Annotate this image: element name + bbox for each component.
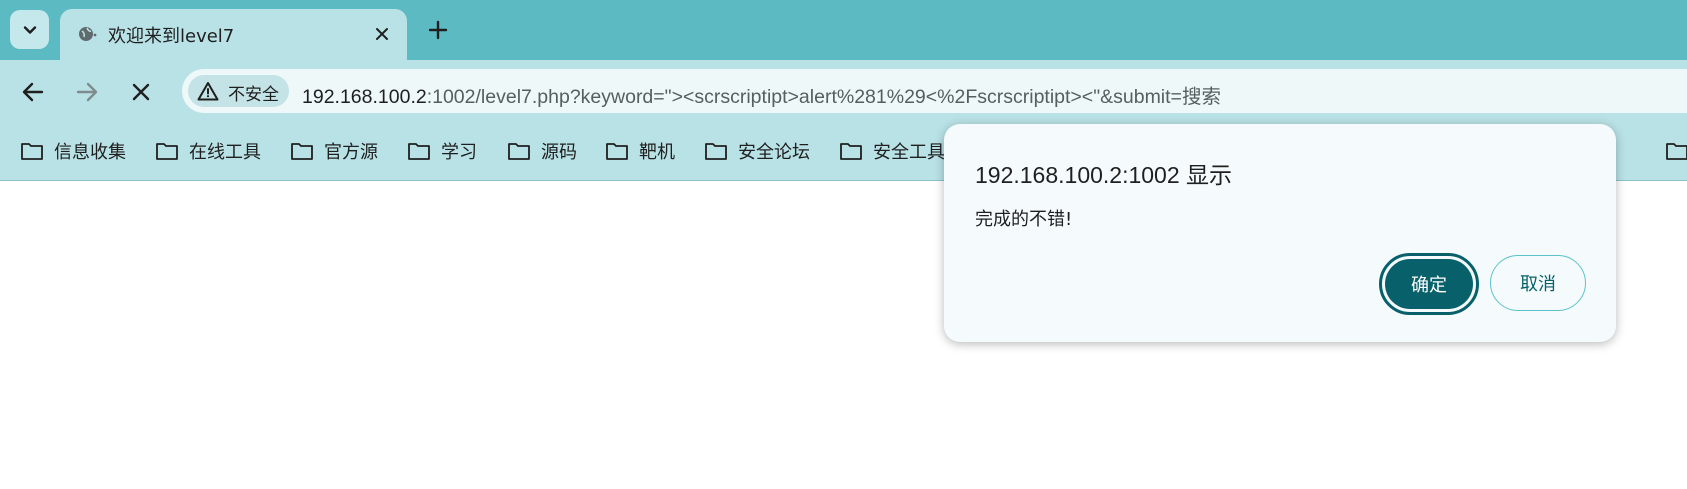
folder-icon bbox=[606, 143, 628, 160]
bookmark-label: 官方源 bbox=[324, 142, 378, 163]
bookmark-label: 靶机 bbox=[639, 142, 675, 163]
bookmark-folder[interactable]: 官方源 bbox=[290, 138, 378, 164]
tab-title: 欢迎来到level7 bbox=[108, 26, 235, 47]
stop-loading-icon[interactable] bbox=[127, 78, 155, 106]
bookmark-label: 学习 bbox=[441, 142, 477, 163]
address-bar[interactable]: 不安全 192.168.100.2:1002/level7.php?keywor… bbox=[182, 69, 1687, 113]
bookmark-folder[interactable] bbox=[1665, 138, 1687, 164]
globe-icon bbox=[79, 27, 97, 41]
folder-icon bbox=[705, 143, 727, 160]
bookmark-folder[interactable]: 安全工具 bbox=[839, 138, 945, 164]
bookmark-label: 在线工具 bbox=[189, 142, 261, 163]
bookmark-label: 安全论坛 bbox=[738, 142, 810, 163]
forward-arrow-icon[interactable] bbox=[73, 78, 101, 106]
dialog-message: 完成的不错! bbox=[975, 209, 1073, 230]
tab-strip: 欢迎来到level7 bbox=[0, 0, 1687, 60]
bookmark-folder[interactable]: 安全论坛 bbox=[704, 138, 810, 164]
bookmark-folder[interactable]: 学习 bbox=[407, 138, 477, 164]
folder-icon bbox=[408, 143, 430, 160]
bookmark-folder[interactable]: 源码 bbox=[507, 138, 577, 164]
folder-icon bbox=[1666, 143, 1687, 160]
new-tab-plus-icon[interactable] bbox=[425, 17, 451, 43]
browser-toolbar: 不安全 192.168.100.2:1002/level7.php?keywor… bbox=[0, 60, 1687, 122]
security-chip[interactable]: 不安全 bbox=[188, 75, 289, 107]
bookmark-label: 信息收集 bbox=[54, 142, 126, 163]
bookmark-folder[interactable]: 靶机 bbox=[605, 138, 675, 164]
alert-dialog: 192.168.100.2:1002 显示 完成的不错! 确定 取消 bbox=[944, 124, 1616, 342]
folder-icon bbox=[840, 143, 862, 160]
active-tab[interactable]: 欢迎来到level7 bbox=[60, 9, 407, 60]
folder-icon bbox=[21, 143, 43, 160]
folder-icon bbox=[156, 143, 178, 160]
bookmark-folder[interactable]: 信息收集 bbox=[20, 138, 126, 164]
close-icon[interactable] bbox=[371, 23, 393, 45]
bookmark-label: 安全工具 bbox=[873, 142, 945, 163]
bookmark-label: 源码 bbox=[541, 142, 577, 163]
url-host: 192.168.100.2 bbox=[302, 86, 427, 108]
tab-search-button[interactable] bbox=[10, 10, 49, 49]
security-chip-label: 不安全 bbox=[228, 85, 279, 105]
folder-icon bbox=[508, 143, 530, 160]
warning-triangle-icon bbox=[197, 82, 219, 101]
bookmark-folder[interactable]: 在线工具 bbox=[155, 138, 261, 164]
chevron-down-icon bbox=[23, 25, 36, 34]
ok-button[interactable]: 确定 bbox=[1379, 253, 1479, 315]
cancel-button[interactable]: 取消 bbox=[1490, 255, 1586, 311]
url-path: :1002/level7.php?keyword="><scrscriptipt… bbox=[426, 86, 1221, 108]
back-arrow-icon[interactable] bbox=[19, 78, 47, 106]
ok-button-label: 确定 bbox=[1385, 259, 1473, 309]
dialog-title: 192.168.100.2:1002 显示 bbox=[975, 162, 1233, 188]
url-text[interactable]: 192.168.100.2:1002/level7.php?keyword=">… bbox=[302, 80, 1221, 109]
folder-icon bbox=[291, 143, 313, 160]
